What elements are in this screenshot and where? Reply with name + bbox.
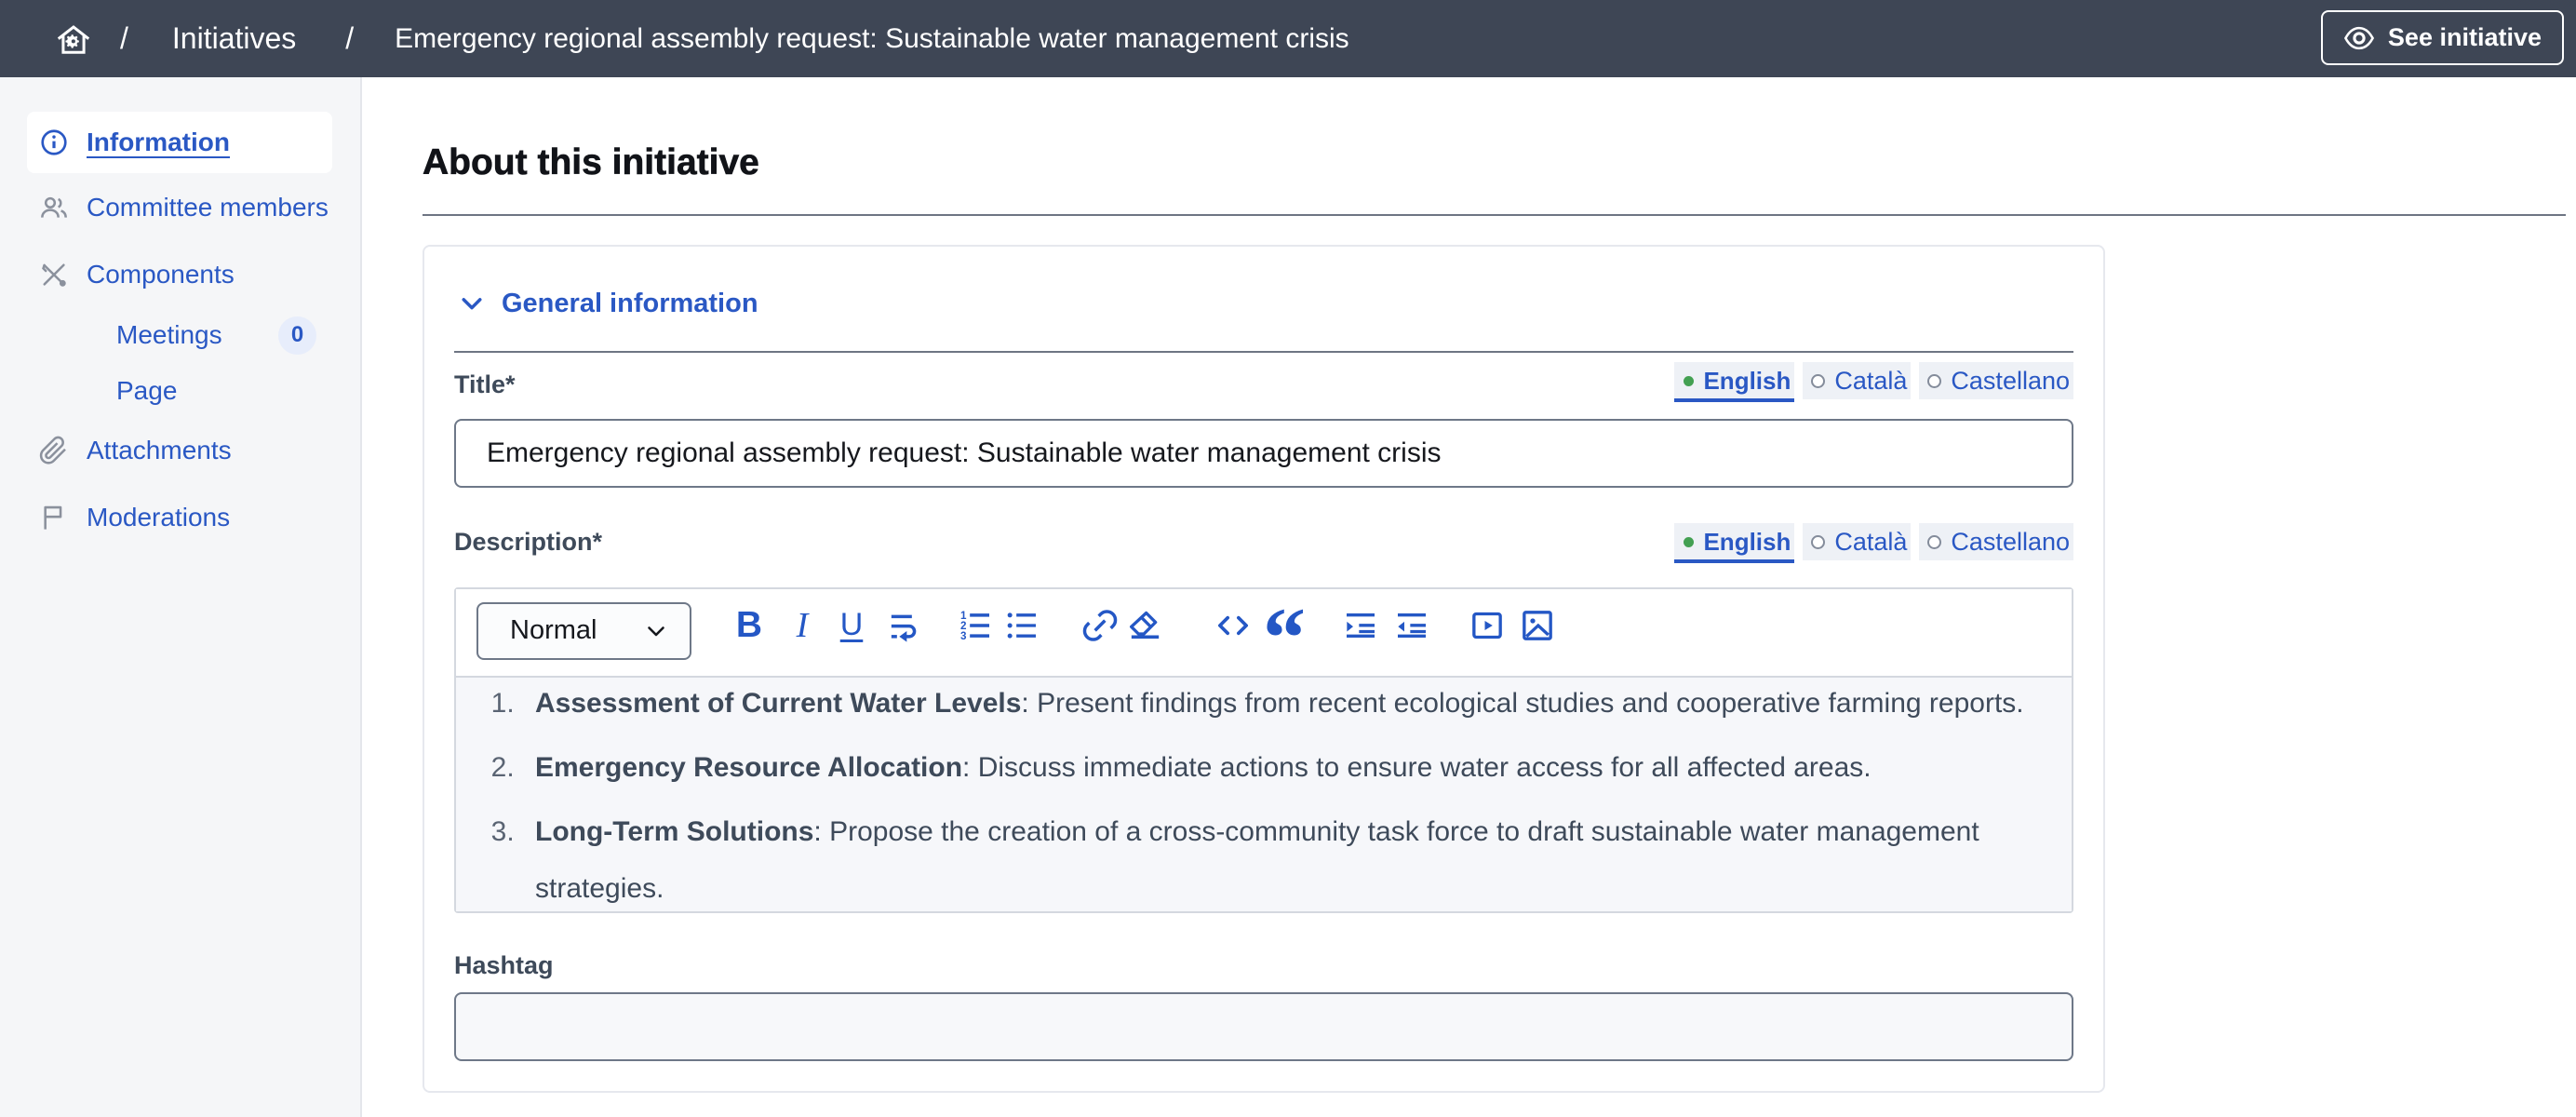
svg-text:3: 3: [960, 630, 967, 642]
